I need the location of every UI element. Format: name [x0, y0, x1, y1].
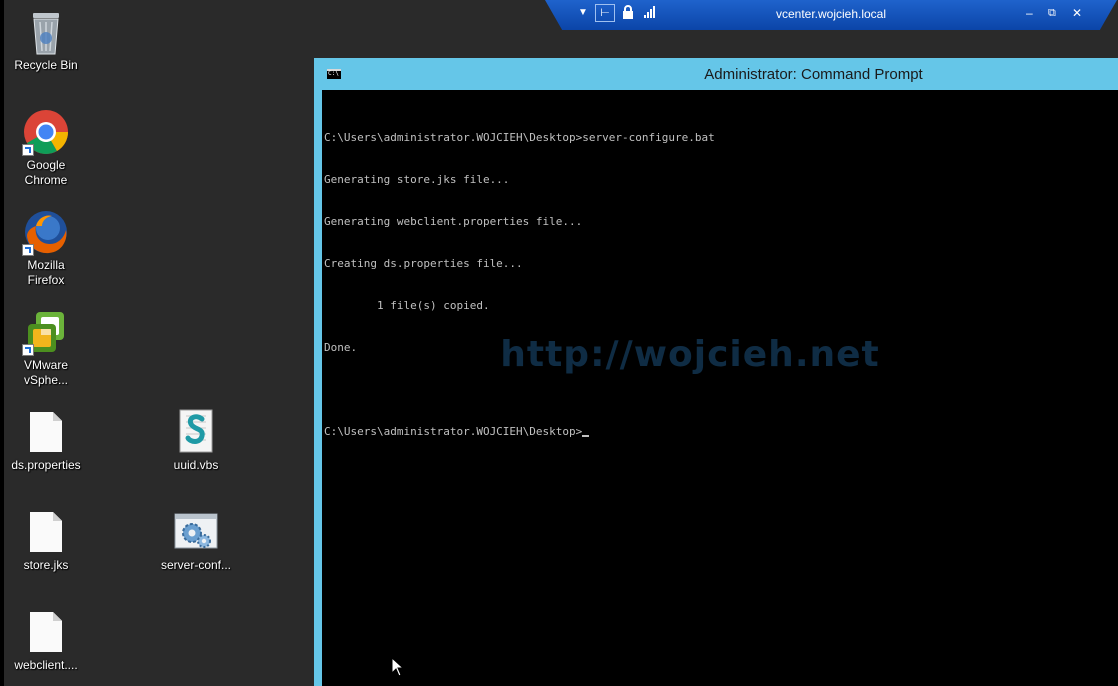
restore-button[interactable]: ⧉ [1048, 5, 1056, 21]
desktop-icon-label: Google Chrome [24, 158, 68, 187]
desktop-icon-label: Mozilla Firefox [27, 258, 65, 287]
desktop-icon-label: ds.properties [11, 458, 81, 472]
close-button[interactable]: ✕ [1072, 5, 1082, 21]
minimize-button[interactable]: – [1026, 5, 1033, 21]
shortcut-arrow-icon [22, 144, 34, 156]
console-line: C:\Users\administrator.WOJCIEH\Desktop>s… [324, 131, 715, 144]
desktop-icon-label: store.jks [23, 558, 69, 572]
watermark-text: http://wojcieh.net [500, 334, 880, 375]
desktop-icon-label: server-conf... [160, 558, 232, 572]
console-line: 1 file(s) copied. [324, 299, 490, 312]
batch-file-gears-icon [172, 508, 220, 556]
desktop-icon-uuid-vbs[interactable]: uuid.vbs [158, 408, 234, 473]
desktop-icon-store-jks[interactable]: store.jks [8, 508, 84, 573]
desktop-icon-mozilla-firefox[interactable]: Mozilla Firefox [8, 208, 84, 288]
window-titlebar[interactable]: Administrator: Command Prompt [314, 58, 1118, 90]
vmware-vsphere-icon [22, 308, 70, 356]
text-caret [582, 435, 590, 437]
desktop-icon-recycle-bin[interactable]: Recycle Bin [8, 8, 84, 73]
console-prompt: C:\Users\administrator.WOJCIEH\Desktop> [324, 425, 583, 438]
console-output[interactable]: C:\Users\administrator.WOJCIEH\Desktop>s… [322, 90, 1118, 686]
script-file-icon [172, 408, 220, 456]
recycle-bin-icon [22, 8, 70, 56]
file-icon [22, 508, 70, 556]
desktop-icon-label: webclient.... [14, 658, 78, 672]
window-title: Administrator: Command Prompt [704, 66, 923, 83]
desktop-icon-server-configure[interactable]: server-conf... [158, 508, 234, 573]
desktop-icon-label: uuid.vbs [173, 458, 219, 472]
console-line: Generating webclient.properties file... [324, 215, 583, 228]
file-icon [22, 408, 70, 456]
mouse-pointer-icon [391, 657, 403, 677]
desktop-icon-google-chrome[interactable]: Google Chrome [8, 108, 84, 188]
file-icon [22, 608, 70, 656]
desktop-icon-vmware-vsphere[interactable]: VMware vSphe... [8, 308, 84, 388]
desktop-icon-ds-properties[interactable]: ds.properties [8, 408, 84, 473]
command-prompt-window[interactable]: Administrator: Command Prompt C:\Users\a… [314, 58, 1118, 686]
desktop-icon-webclient-properties[interactable]: webclient.... [8, 608, 84, 673]
console-line: Generating store.jks file... [324, 173, 510, 186]
shortcut-arrow-icon [22, 344, 34, 356]
remote-connection-bar: ▼ ⊢ vcenter.wojcieh.local – ⧉ ✕ [545, 0, 1117, 30]
console-line: Creating ds.properties file... [324, 257, 523, 270]
chrome-icon [22, 108, 70, 156]
firefox-icon [22, 208, 70, 256]
shortcut-arrow-icon [22, 244, 34, 256]
desktop-icon-label: Recycle Bin [14, 58, 78, 72]
desktop-icon-label: VMware vSphe... [23, 358, 69, 387]
console-prompt-line: C:\Users\administrator.WOJCIEH\Desktop> [324, 425, 1116, 439]
